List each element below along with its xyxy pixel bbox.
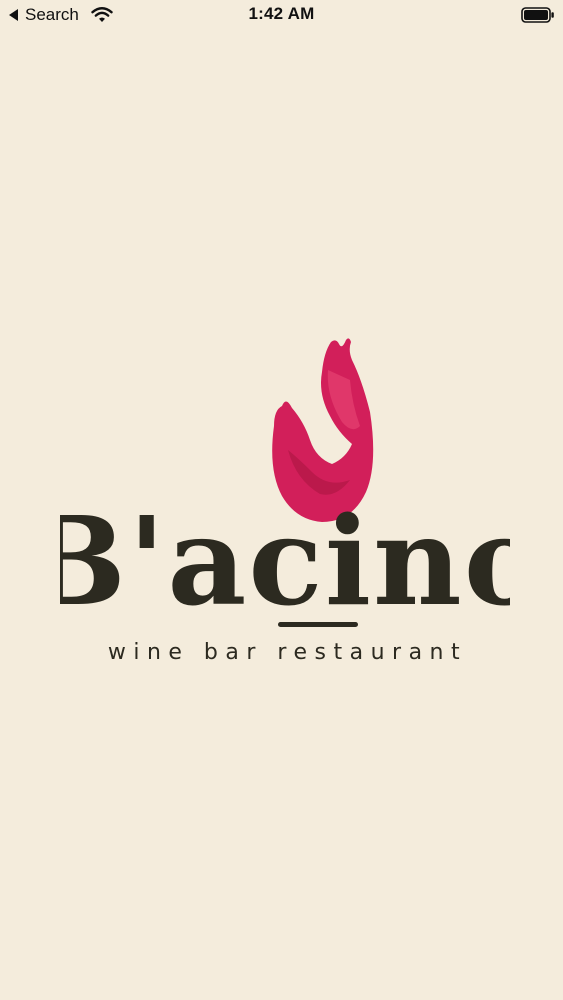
glass-stem-base [278,622,358,627]
brand-logo: B'acino [60,338,510,633]
brand-logo-text: B'acino [60,489,510,633]
brand-logo-area: B'acino wine bar restaurant [0,0,563,1000]
tagline: wine bar restaurant [107,640,468,665]
splash-screen: Search 1:42 AM B'acino wine bar restaura… [0,0,563,1000]
